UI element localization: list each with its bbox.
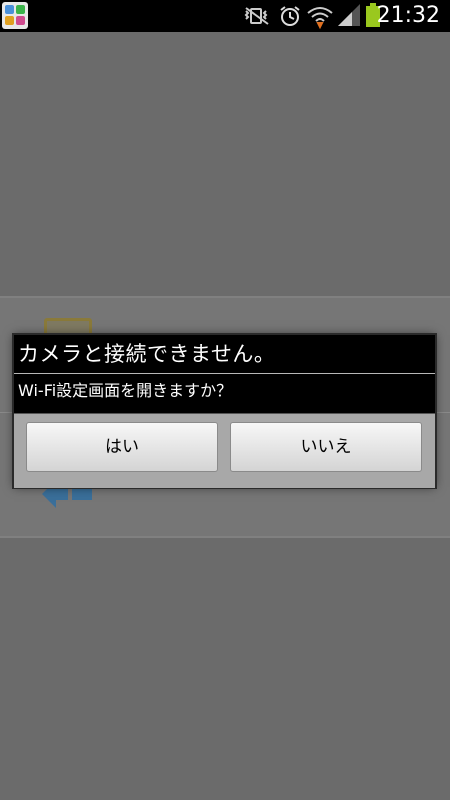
alarm-clock-icon [280, 6, 300, 26]
no-button[interactable]: いいえ [230, 422, 422, 472]
dialog-button-bar: はい いいえ [14, 413, 435, 488]
wifi-icon [307, 7, 333, 30]
vibrate-off-icon [244, 7, 269, 25]
dialog-title: カメラと接続できません。 [18, 342, 276, 366]
dialog-divider [14, 373, 435, 374]
yes-button[interactable]: はい [26, 422, 218, 472]
dialog-message: Wi-Fi設定画面を開きますか？ [18, 381, 233, 400]
status-bar: 21:32 [0, 0, 450, 32]
connection-error-dialog: カメラと接続できません。 Wi-Fi設定画面を開きますか？ はい いいえ [14, 335, 435, 488]
status-clock: 21:32 [376, 3, 440, 28]
signal-icon [338, 4, 360, 26]
